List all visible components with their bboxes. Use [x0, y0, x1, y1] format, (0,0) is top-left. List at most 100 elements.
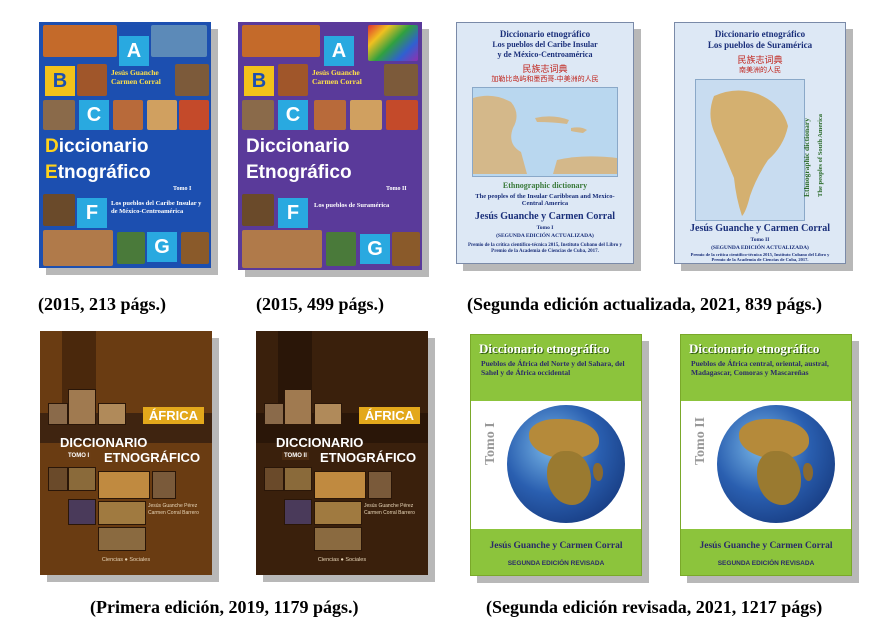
book-cover-6: ÁFRICA DICCIONARIO ETNOGRÁFICO TOMO II J… [256, 331, 428, 575]
cover-tomo: Tomo I [536, 225, 554, 231]
cover-prize: Premio de la crítica científico-técnica … [467, 243, 623, 254]
cover-authors: Jesús Guanche Pérez Carmen Corral Barrer… [364, 503, 415, 516]
cover-map-south-america [695, 79, 805, 221]
cover-photo [98, 403, 126, 425]
cover-africa-label: ÁFRICA [358, 407, 420, 424]
book-cover-3: Diccionario etnográfico Los pueblos del … [456, 22, 634, 264]
cover-title-line-2: Etnográfico [246, 162, 352, 183]
cover-tomo: Tomo I [483, 422, 498, 465]
cover-photo [43, 194, 75, 226]
caption-book-2: (2015, 499 págs.) [256, 294, 385, 314]
cover-photo [284, 467, 312, 491]
book-cover-7: Diccionario etnográfico Pueblos de Áfric… [470, 334, 642, 576]
cover-photo [77, 64, 107, 96]
cover-authors: Jesús Guanche Pérez Carmen Corral Barrer… [148, 503, 199, 516]
cover-authors: Jesús Guanche y Carmen Corral [489, 541, 623, 551]
letter-block-g: G [147, 232, 177, 262]
cover-photo [48, 403, 68, 425]
cover-subtitle: Pueblos de África central, oriental, aus… [691, 359, 829, 377]
cover-photo [179, 100, 209, 130]
cover-edition: SEGUNDA EDICIÓN REVISADA [717, 560, 815, 567]
cover-photo [314, 100, 346, 130]
cover-photo [278, 64, 308, 96]
cover-photo [284, 499, 312, 525]
letter-block-g: G [360, 234, 390, 264]
cover-authors: Jesús Guanche Carmen Corral [312, 68, 362, 86]
cover-chinese-subtitle: 加勒比岛屿和墨西哥-中美洲的人民 [491, 75, 599, 83]
cover-authors: Jesús Guanche y Carmen Corral [475, 211, 615, 222]
cover-tomo: TOMO I [66, 452, 92, 460]
cover-photo [43, 100, 75, 130]
cover-photo [175, 64, 209, 96]
cover-title-line-3: y de México-Centroamérica [497, 50, 593, 59]
cover-title: Diccionario etnográfico [689, 341, 820, 356]
cover-title-line-1: Diccionario etnográfico [499, 29, 591, 39]
cover-bottom-band [471, 529, 641, 575]
letter-block-a: A [119, 36, 149, 66]
cover-photo [43, 230, 113, 266]
cover-edition: SEGUNDA EDICIÓN REVISADA [507, 560, 605, 567]
cover-title-line-2: Los pueblos de Suramérica [707, 40, 813, 50]
cover-photo [368, 471, 392, 499]
letter-block-c: C [79, 100, 109, 130]
cover-publisher: Ciencias ● Sociales [317, 557, 367, 563]
cover-photo [350, 100, 382, 130]
cover-title-line-2: Los pueblos del Caribe Insular [492, 40, 598, 49]
caption-books-5-6: (Primera edición, 2019, 1179 págs.) [90, 597, 359, 617]
book-cover-8: Diccionario etnográfico Pueblos de Áfric… [680, 334, 852, 576]
cover-authors: Jesús Guanche y Carmen Corral [690, 223, 830, 234]
cover-edition: (SEGUNDA EDICIÓN ACTUALIZADA) [711, 245, 809, 251]
cover-photo [242, 194, 274, 226]
cover-photo [48, 467, 68, 491]
cover-photo [384, 64, 418, 96]
cover-africa-label: ÁFRICA [142, 407, 204, 424]
letter-block-f: F [278, 198, 308, 228]
cover-english-title: Ethnographic dictionary [802, 118, 811, 197]
cover-photo [152, 471, 176, 499]
cover-subtitle: Los pueblos de Suramérica [314, 202, 390, 209]
letter-block-b: B [45, 66, 75, 96]
cover-photo [181, 232, 209, 264]
cover-photo [242, 100, 274, 130]
cover-map-caribbean [472, 87, 618, 177]
cover-photo [314, 501, 362, 525]
cover-photo [68, 499, 96, 525]
cover-photo [98, 527, 146, 551]
cover-tomo: Tomo I [173, 186, 192, 192]
globe-image [717, 405, 835, 523]
book-cover-4: Diccionario etnográfico Los pueblos de S… [674, 22, 846, 264]
cover-photo [242, 230, 322, 268]
cover-title: DICCIONARIO ETNOGRÁFICO [276, 435, 417, 465]
letter-block-f: F [77, 198, 107, 228]
letter-block-c: C [278, 100, 308, 130]
cover-title-line-1: Diccionario [45, 136, 149, 157]
cover-title: DICCIONARIO ETNOGRÁFICO [60, 435, 201, 465]
cover-prize: Premio de la crítica científico-técnica … [690, 252, 830, 262]
cover-photo [98, 501, 146, 525]
cover-photo [68, 389, 96, 425]
cover-photo [264, 403, 284, 425]
globe-image [507, 405, 625, 523]
caption-book-1: (2015, 213 págs.) [38, 294, 167, 314]
cover-photo [368, 25, 418, 61]
map-image [710, 90, 788, 216]
cover-photo [117, 232, 145, 264]
cover-chinese-subtitle: 南美洲的人民 [739, 66, 781, 74]
cover-tomo: Tomo II [750, 237, 770, 243]
cover-photo [326, 232, 356, 266]
letter-block-b: B [244, 66, 274, 96]
cover-photo [151, 25, 207, 57]
cover-authors: Jesús Guanche y Carmen Corral [699, 541, 833, 551]
cover-photo [68, 467, 96, 491]
cover-bottom-band [681, 529, 851, 575]
cover-title-line-2: Etnográfico [45, 162, 151, 183]
book-cover-2: A B Jesús Guanche Carmen Corral C Diccio… [238, 22, 422, 270]
cover-title-line-1: Diccionario etnográfico [714, 29, 806, 39]
map-image [473, 95, 617, 174]
cover-english-subtitle: The peoples of the Insular Caribbean and… [475, 193, 615, 207]
cover-photo [314, 471, 366, 499]
book-cover-5: ÁFRICA DICCIONARIO ETNOGRÁFICO TOMO I Je… [40, 331, 212, 575]
cover-publisher: Ciencias ● Sociales [101, 557, 151, 563]
cover-photo [43, 25, 117, 57]
cover-tomo: TOMO II [282, 452, 309, 460]
